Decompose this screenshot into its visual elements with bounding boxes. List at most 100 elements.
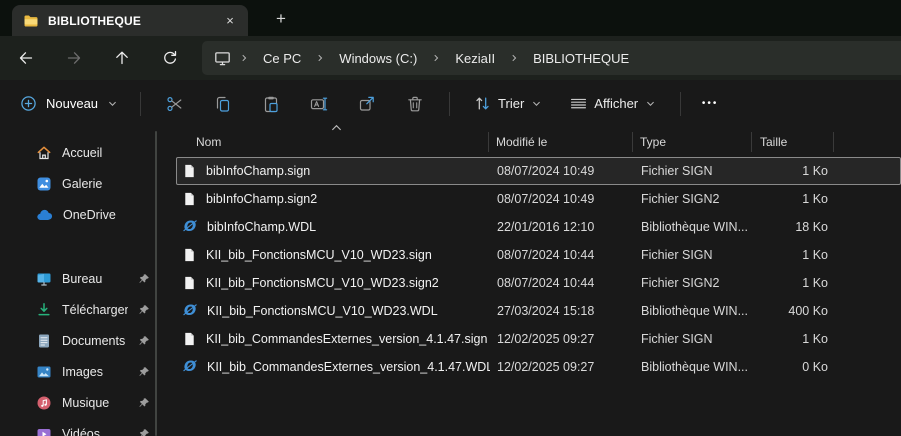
breadcrumb-keziaii[interactable]: KeziaII [449,48,501,69]
sidebar-scrollbar[interactable] [155,131,157,436]
file-row[interactable]: Ø KII_bib_FonctionsMCU_V10_WD23.WDL 27/0… [176,297,901,325]
breadcrumb-this-pc[interactable]: Ce PC [257,48,307,69]
circle-plus-icon [20,95,37,112]
file-row[interactable]: bibInfoChamp.sign2 08/07/2024 10:49 Fich… [176,185,901,213]
sort-button[interactable]: Trier [464,87,552,121]
cut-button[interactable] [155,87,195,121]
file-size: 1 Ko [753,276,835,290]
file-modified: 08/07/2024 10:44 [490,248,634,262]
breadcrumb-chevron-icon [429,53,443,63]
sidebar-item-images[interactable]: Images [8,357,154,387]
gallery-icon [36,176,52,192]
file-modified: 12/02/2025 09:27 [490,332,634,346]
sidebar-label: Documents [62,334,128,348]
column-header-modifie[interactable]: Modifié le [489,132,633,152]
column-header-nom[interactable]: Nom [176,132,489,152]
new-button-label: Nouveau [46,96,98,111]
file-type: Fichier SIGN [634,248,753,262]
back-button[interactable] [8,43,44,73]
file-modified: 22/01/2016 12:10 [490,220,634,234]
rename-icon [310,95,328,113]
column-headers: Nom Modifié le Type Taille [176,127,901,157]
sidebar-item-onedrive[interactable]: OneDrive [8,200,154,230]
view-button[interactable]: Afficher [560,87,666,121]
sign-file-icon [182,163,197,179]
delete-button[interactable] [395,87,435,121]
file-size: 1 Ko [753,248,835,262]
view-button-label: Afficher [594,96,638,111]
pin-icon [138,335,150,347]
up-button[interactable] [104,43,140,73]
file-modified: 12/02/2025 09:27 [490,360,634,374]
file-size: 1 Ko [753,164,835,178]
pin-icon [138,273,150,285]
add-tab-button[interactable]: + [268,6,294,32]
paste-button[interactable] [251,87,291,121]
forward-arrow-icon [66,50,82,66]
sidebar-item-galerie[interactable]: Galerie [8,169,154,199]
tab-title: BIBLIOTHEQUE [48,14,209,28]
file-modified: 27/03/2024 15:18 [490,304,634,318]
file-modified: 08/07/2024 10:49 [490,192,634,206]
column-header-taille[interactable]: Taille [752,132,834,152]
sidebar-item-accueil[interactable]: Accueil [8,138,154,168]
file-name: KII_bib_FonctionsMCU_V10_WD23.sign [206,248,432,262]
navigation-bar: Ce PC Windows (C:) KeziaII BIBLIOTHEQUE [0,36,901,80]
download-icon [36,302,52,318]
breadcrumb-bibliotheque[interactable]: BIBLIOTHEQUE [527,48,635,69]
address-bar[interactable]: Ce PC Windows (C:) KeziaII BIBLIOTHEQUE [202,41,901,75]
sidebar-item-documents[interactable]: Documents [8,326,154,356]
home-icon [36,145,52,161]
file-row[interactable]: KII_bib_FonctionsMCU_V10_WD23.sign2 08/0… [176,269,901,297]
sidebar-item-videos[interactable]: Vidéos [8,419,154,436]
desktop-icon [36,271,52,287]
toolbar-divider [449,92,450,116]
video-icon [36,426,52,436]
file-row[interactable]: Ø KII_bib_CommandesExternes_version_4.1.… [176,353,901,381]
wdl-library-icon: Ø [182,219,198,235]
sidebar-label: Téléchargements [62,303,128,317]
file-row[interactable]: Ø bibInfoChamp.WDL 22/01/2016 12:10 Bibl… [176,213,901,241]
sidebar-item-bureau[interactable]: Bureau [8,264,154,294]
sidebar-label: Bureau [62,272,128,286]
sort-arrows-icon [474,95,491,112]
wdl-library-icon: Ø [182,359,198,375]
column-header-type[interactable]: Type [633,132,752,152]
file-size: 18 Ko [753,220,835,234]
share-button[interactable] [347,87,387,121]
document-icon [36,333,52,349]
file-type: Fichier SIGN2 [634,192,753,206]
more-options-button[interactable]: ••• [691,87,729,121]
file-row[interactable]: KII_bib_FonctionsMCU_V10_WD23.sign 08/07… [176,241,901,269]
sidebar-item-telechargements[interactable]: Téléchargements [8,295,154,325]
toolbar-divider [140,92,141,116]
file-modified: 08/07/2024 10:44 [490,276,634,290]
sign-file-icon [182,275,197,291]
wdl-library-icon: Ø [182,303,198,319]
explorer-tab[interactable]: BIBLIOTHEQUE × [12,5,248,36]
refresh-button[interactable] [152,43,188,73]
sidebar-label: OneDrive [63,208,154,222]
folder-icon [23,13,39,29]
forward-button[interactable] [56,43,92,73]
breadcrumb-windows-c[interactable]: Windows (C:) [333,48,423,69]
chevron-down-icon [531,98,542,109]
file-row[interactable]: bibInfoChamp.sign 08/07/2024 10:49 Fichi… [176,157,901,185]
sidebar: Accueil Galerie OneDrive [0,127,160,436]
command-toolbar: Nouveau [0,80,901,127]
pin-icon [138,428,150,436]
file-name: bibInfoChamp.WDL [207,220,316,234]
file-row[interactable]: KII_bib_CommandesExternes_version_4.1.47… [176,325,901,353]
file-name: KII_bib_FonctionsMCU_V10_WD23.sign2 [206,276,439,290]
file-rows: bibInfoChamp.sign 08/07/2024 10:49 Fichi… [176,157,901,381]
sidebar-label: Accueil [62,146,154,160]
toolbar-divider [680,92,681,116]
clipboard-icon [262,95,280,113]
rename-button[interactable] [299,87,339,121]
file-name: KII_bib_CommandesExternes_version_4.1.47… [207,360,490,374]
copy-button[interactable] [203,87,243,121]
new-button[interactable]: Nouveau [8,87,130,121]
file-size: 1 Ko [753,192,835,206]
close-tab-icon[interactable]: × [218,10,242,32]
sidebar-item-musique[interactable]: Musique [8,388,154,418]
